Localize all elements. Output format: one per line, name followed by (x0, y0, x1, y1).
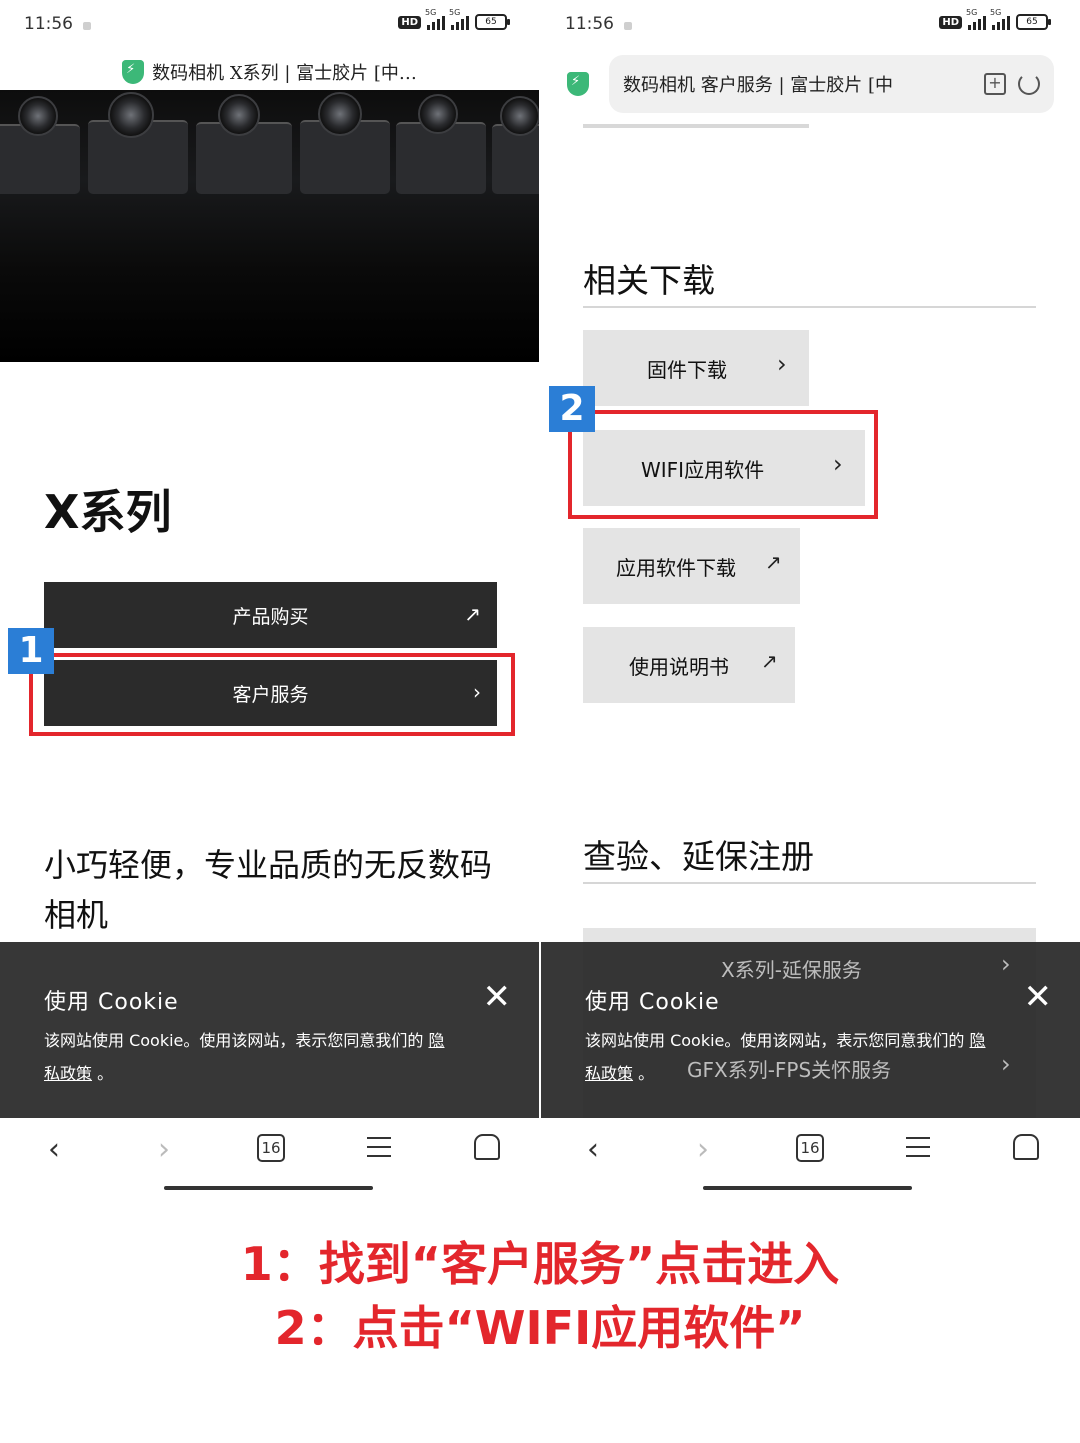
status-icons: HD 5G 5G 65 (398, 8, 510, 30)
page-title: 数码相机 客户服务 | 富士胶片 [中 (623, 75, 893, 96)
tagline: 小巧轻便，专业品质的无反数码相机 (44, 846, 493, 934)
caption-step2: 2：点击“WIFI应用软件” (274, 1301, 806, 1355)
back-icon[interactable]: ‹ (573, 1132, 613, 1167)
close-icon[interactable]: ✕ (1024, 980, 1053, 1014)
notification-dot (83, 22, 91, 30)
shield-icon (567, 72, 589, 96)
step-badge-2: 2 (549, 386, 595, 432)
gesture-handle (164, 1186, 373, 1190)
close-icon[interactable]: ✕ (483, 980, 512, 1014)
cookie-tail: 。 (638, 1064, 655, 1083)
menu-icon[interactable] (367, 1137, 391, 1157)
hd-icon: HD (398, 15, 421, 29)
firmware-download-button[interactable]: 固件下载 › (583, 330, 809, 406)
signal-icon: 5G (966, 8, 986, 30)
external-link-icon: ↗ (765, 550, 782, 574)
content-edge (583, 124, 809, 128)
status-bar: 11:56 HD 5G 5G 65 (0, 8, 539, 40)
url-field[interactable]: 数码相机 客户服务 | 富士胶片 [中 + (609, 55, 1054, 113)
caption-step1: 1：找到“客户服务”点击进入 (240, 1237, 840, 1291)
privacy-link[interactable]: 隐 (970, 1031, 986, 1050)
cookie-banner: X系列-延保服务 › GFX系列-FPS关怀服务 › 使用 Cookie 该网站… (541, 942, 1080, 1118)
notification-dot (624, 22, 632, 30)
user-manual-label: 使用说明书 (629, 654, 729, 679)
reload-icon[interactable] (1018, 73, 1040, 95)
status-time: 11:56 (565, 14, 614, 34)
tabs-icon[interactable]: 16 (796, 1134, 824, 1162)
cookie-message: 该网站使用 Cookie。使用该网站，表示您同意我们的 (44, 1031, 424, 1050)
downloads-heading: 相关下载 (583, 261, 715, 300)
cookie-tail: 。 (97, 1064, 114, 1083)
instruction-captions: 1：找到“客户服务”点击进入 2：点击“WIFI应用软件” (0, 1232, 1080, 1360)
privacy-link[interactable]: 私政策 (44, 1064, 92, 1083)
left-screenshot: 11:56 HD 5G 5G 65 数码相机 X系列 | 富士胶片 [中… X系… (0, 0, 539, 1200)
status-icons: HD 5G 5G 65 (939, 8, 1051, 30)
browser-nav-bar: ‹ › 16 (0, 1118, 539, 1200)
cookie-banner: 使用 Cookie 该网站使用 Cookie。使用该网站，表示您同意我们的 隐 … (0, 942, 539, 1118)
divider (583, 306, 1036, 308)
shield-icon (122, 60, 145, 84)
chevron-right-icon: › (1001, 950, 1011, 978)
hero-camera-image (0, 90, 539, 362)
page-heading: X系列 (44, 485, 172, 539)
cookie-text: 该网站使用 Cookie。使用该网站，表示您同意我们的 隐 私政策 。 (585, 1024, 1029, 1090)
battery-icon: 65 (1016, 14, 1051, 30)
signal-icon: 5G (425, 8, 445, 30)
home-icon[interactable] (1013, 1134, 1039, 1160)
back-icon[interactable]: ‹ (34, 1132, 74, 1167)
gesture-handle (703, 1186, 912, 1190)
status-bar: 11:56 HD 5G 5G 65 (541, 8, 1080, 40)
step-badge-1: 1 (8, 628, 54, 674)
product-purchase-button[interactable]: 产品购买 ↗ (44, 582, 497, 648)
battery-icon: 65 (475, 14, 510, 30)
chevron-right-icon: › (777, 350, 787, 378)
cookie-title: 使用 Cookie (585, 990, 720, 1015)
highlight-box-step2 (568, 410, 878, 519)
signal-icon: 5G (990, 8, 1010, 30)
menu-icon[interactable] (906, 1137, 930, 1157)
user-manual-button[interactable]: 使用说明书 ↗ (583, 627, 795, 703)
warranty-heading: 查验、延保注册 (583, 837, 814, 876)
address-bar: 数码相机 客户服务 | 富士胶片 [中 + (559, 54, 1054, 114)
cookie-message: 该网站使用 Cookie。使用该网站，表示您同意我们的 (585, 1031, 965, 1050)
right-screenshot: 11:56 HD 5G 5G 65 数码相机 客户服务 | 富士胶片 [中 + … (541, 0, 1080, 1200)
warranty-item-x-series[interactable]: X系列-延保服务 (721, 954, 862, 983)
cookie-title: 使用 Cookie (44, 990, 179, 1015)
privacy-link[interactable]: 隐 (429, 1031, 445, 1050)
status-time: 11:56 (24, 14, 73, 34)
highlight-box-step1 (29, 653, 515, 736)
forward-icon[interactable]: › (683, 1132, 723, 1167)
tabs-icon[interactable]: 16 (257, 1134, 285, 1162)
hd-icon: HD (939, 15, 962, 29)
forward-icon[interactable]: › (144, 1132, 184, 1167)
privacy-link[interactable]: 私政策 (585, 1064, 633, 1083)
product-purchase-label: 产品购买 (232, 605, 309, 628)
home-icon[interactable] (474, 1134, 500, 1160)
app-software-download-label: 应用软件下载 (616, 555, 736, 580)
cookie-text: 该网站使用 Cookie。使用该网站，表示您同意我们的 隐 私政策 。 (44, 1024, 488, 1090)
address-bar[interactable]: 数码相机 X系列 | 富士胶片 [中… (0, 54, 539, 90)
divider (583, 882, 1036, 884)
bookmark-add-icon[interactable]: + (984, 73, 1006, 95)
signal-icon: 5G (449, 8, 469, 30)
external-link-icon: ↗ (464, 602, 481, 626)
app-software-download-button[interactable]: 应用软件下载 ↗ (583, 528, 800, 604)
external-link-icon: ↗ (761, 649, 778, 673)
browser-nav-bar: ‹ › 16 (541, 1118, 1080, 1200)
page-title: 数码相机 X系列 | 富士胶片 [中… (152, 63, 417, 84)
firmware-download-label: 固件下载 (647, 357, 727, 382)
